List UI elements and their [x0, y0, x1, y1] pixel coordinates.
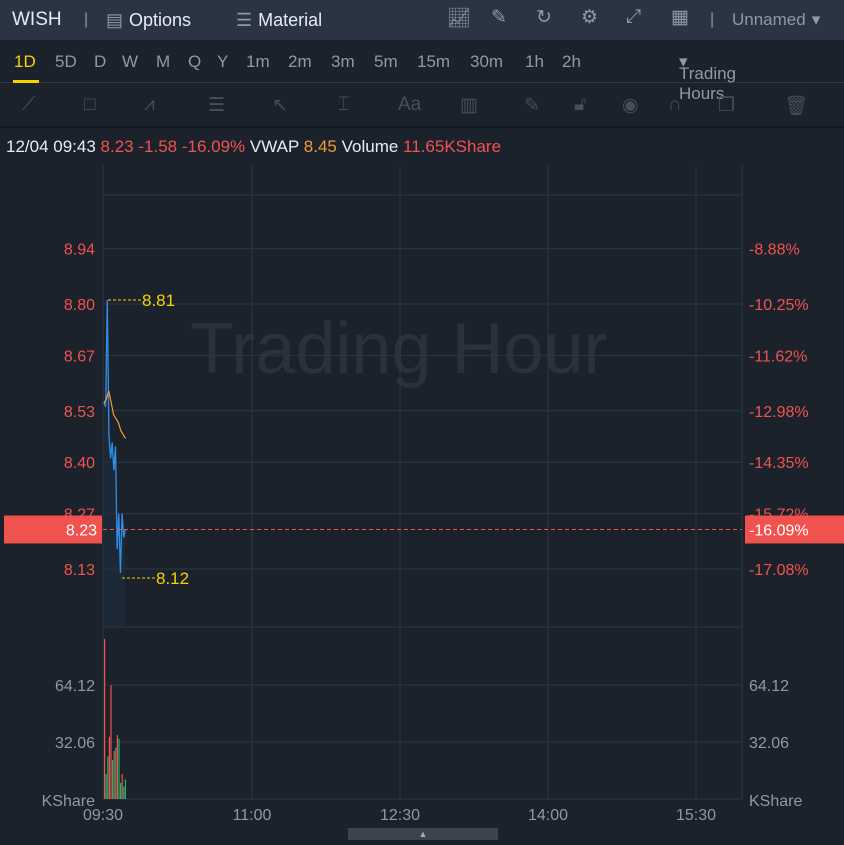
- volume-tick-left: 64.12: [55, 678, 95, 695]
- price-tick-left: 8.94: [64, 242, 95, 259]
- volume-tick-right: 64.12: [749, 678, 789, 695]
- volume-bar: [123, 786, 125, 799]
- time-tick: 15:30: [676, 807, 716, 824]
- volume-tick-right: 32.06: [749, 735, 789, 752]
- volume-bar: [108, 736, 110, 799]
- volume-bar: [110, 685, 112, 799]
- volume-bar: [124, 779, 126, 799]
- volume-bar: [121, 774, 123, 799]
- volume-tick-left: 32.06: [55, 735, 95, 752]
- time-tick: 09:30: [83, 807, 123, 824]
- volume-bar: [116, 734, 118, 799]
- volume-bar: [118, 738, 120, 799]
- percent-tick-right: -11.62%: [749, 348, 807, 365]
- time-tick: 11:00: [233, 807, 272, 824]
- volume-bar: [107, 756, 109, 799]
- price-chart[interactable]: 8.94 -8.88% 8.80 -10.25% 8.67 -11.62% 8.53 -12.…: [0, 0, 844, 845]
- price-tick-left: 8.13: [64, 562, 95, 579]
- volume-bar: [120, 782, 122, 799]
- time-tick: 14:00: [528, 807, 568, 824]
- low-label: 8.12: [156, 569, 189, 588]
- percent-tick-right: -10.25%: [749, 297, 809, 314]
- price-tick-left: 8.67: [64, 348, 95, 365]
- time-tick: 12:30: [380, 807, 420, 824]
- volume-bar: [115, 747, 117, 799]
- price-tick-left: 8.53: [64, 404, 95, 421]
- volume-bar: [104, 638, 106, 799]
- scroll-handle[interactable]: ▲: [348, 828, 498, 840]
- current-pct-label: -16.09%: [749, 522, 809, 539]
- volume-bar: [112, 759, 114, 799]
- volume-bar: [113, 750, 115, 799]
- percent-tick-right: -14.35%: [749, 455, 809, 472]
- price-tick-left: 8.80: [64, 297, 95, 314]
- high-label: 8.81: [142, 291, 175, 310]
- current-price-label: 8.23: [66, 522, 97, 539]
- percent-tick-right: -17.08%: [749, 562, 809, 579]
- volume-unit-right: KShare: [749, 793, 802, 810]
- percent-tick-right: -8.88%: [749, 242, 800, 259]
- volume-bar: [105, 774, 107, 799]
- price-tick-left: 8.40: [64, 455, 95, 472]
- percent-tick-right: -12.98%: [749, 404, 809, 421]
